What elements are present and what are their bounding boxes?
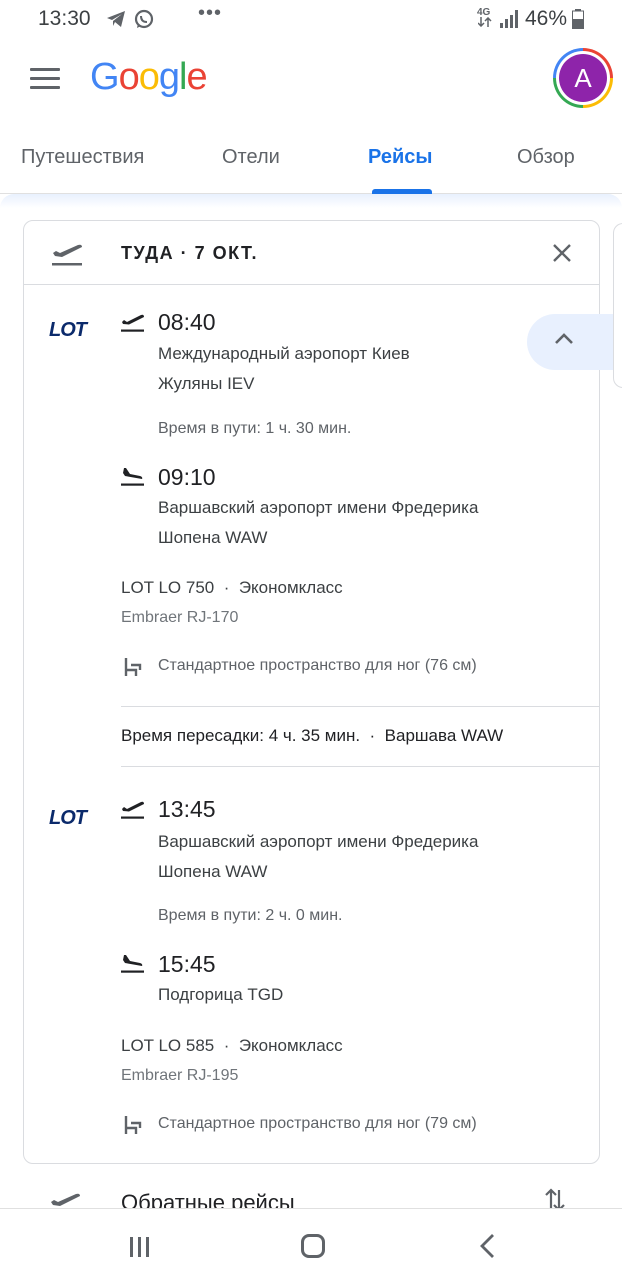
departure-airport: Международный аэропорт Киев	[158, 344, 410, 363]
flight-number: LOT LO 585 · Экономкласс	[121, 1036, 343, 1055]
arrival-airport: Варшавский аэропорт имени Фредерика	[158, 498, 479, 517]
recent-apps-icon[interactable]	[128, 1235, 152, 1259]
menu-icon[interactable]	[30, 68, 60, 90]
return-plane-icon	[51, 1193, 80, 1206]
close-icon[interactable]	[550, 241, 574, 265]
departure-airport-code: Жуляны IEV	[158, 374, 255, 393]
lot-airline-logo: LOT	[49, 807, 87, 829]
lot-airline-logo: LOT	[49, 319, 87, 341]
legroom-info: Стандартное пространство для ног (76 см)	[158, 657, 477, 674]
back-icon[interactable]	[478, 1233, 498, 1259]
arrival-airport-code: Шопена WAW	[158, 528, 268, 547]
flight-duration: Время в пути: 1 ч. 30 мин.	[158, 420, 352, 437]
more-notifications-icon: •••	[198, 2, 223, 24]
departure-plane-icon	[52, 244, 82, 266]
layover-info: Время пересадки: 4 ч. 35 мин. · Варшава …	[121, 726, 504, 745]
tab-hotels[interactable]: Отели	[222, 146, 280, 169]
outbound-flight-card: ТУДА · 7 ОКТ. LOT 08:40 Международный аэ…	[23, 220, 613, 1164]
aircraft-type: Embraer RJ-195	[121, 1067, 239, 1084]
divider	[121, 766, 599, 767]
landing-icon	[121, 955, 144, 973]
account-avatar-button[interactable]: A	[553, 48, 613, 108]
tab-bar: Путешествия Отели Рейсы Обзор	[0, 120, 622, 194]
battery-icon	[572, 9, 584, 29]
legroom-info: Стандартное пространство для ног (79 см)	[158, 1115, 477, 1132]
takeoff-icon	[121, 801, 144, 819]
seat-legroom-icon	[124, 658, 142, 676]
content-top-shade	[0, 194, 622, 208]
flight-duration: Время в пути: 2 ч. 0 мин.	[158, 907, 343, 924]
landing-icon	[121, 468, 144, 486]
app-bar: Google A	[0, 40, 622, 120]
data-arrows-icon	[478, 17, 492, 27]
divider	[121, 706, 599, 707]
tab-travel[interactable]: Путешествия	[21, 146, 144, 169]
card-title: ТУДА · 7 ОКТ.	[121, 243, 259, 263]
telegram-icon	[107, 11, 125, 27]
sort-icon[interactable]	[544, 1188, 566, 1210]
takeoff-icon	[121, 314, 144, 332]
tab-flights[interactable]: Рейсы	[368, 146, 432, 169]
return-flights-section[interactable]: Обратные рейсы	[0, 1180, 622, 1210]
departure-airport-code: Шопена WAW	[158, 862, 268, 881]
aircraft-type: Embraer RJ-170	[121, 609, 239, 626]
departure-airport: Варшавский аэропорт имени Фредерика	[158, 832, 479, 851]
battery-percent: 46%	[525, 7, 568, 30]
home-icon[interactable]	[301, 1234, 325, 1258]
google-logo[interactable]: Google	[90, 56, 208, 99]
card-header: ТУДА · 7 ОКТ.	[24, 221, 599, 285]
return-flights-title: Обратные рейсы	[121, 1190, 295, 1210]
network-type: 4G	[477, 7, 491, 18]
arrival-airport: Подгорица TGD	[158, 985, 284, 1004]
arrival-time: 09:10	[158, 464, 216, 490]
whatsapp-icon	[134, 9, 154, 29]
avatar: A	[559, 54, 607, 102]
arrival-time: 15:45	[158, 951, 216, 977]
next-card-edge	[613, 223, 622, 388]
departure-time: 08:40	[158, 309, 216, 335]
seat-legroom-icon	[124, 1116, 142, 1134]
flight-number: LOT LO 750 · Экономкласс	[121, 578, 343, 597]
tab-explore[interactable]: Обзор	[517, 146, 575, 169]
status-time: 13:30	[38, 7, 91, 30]
departure-time: 13:45	[158, 796, 216, 822]
system-nav-bar	[0, 1208, 622, 1280]
signal-icon	[500, 10, 518, 28]
status-bar: 13:30 ••• 4G 46%	[0, 0, 622, 38]
